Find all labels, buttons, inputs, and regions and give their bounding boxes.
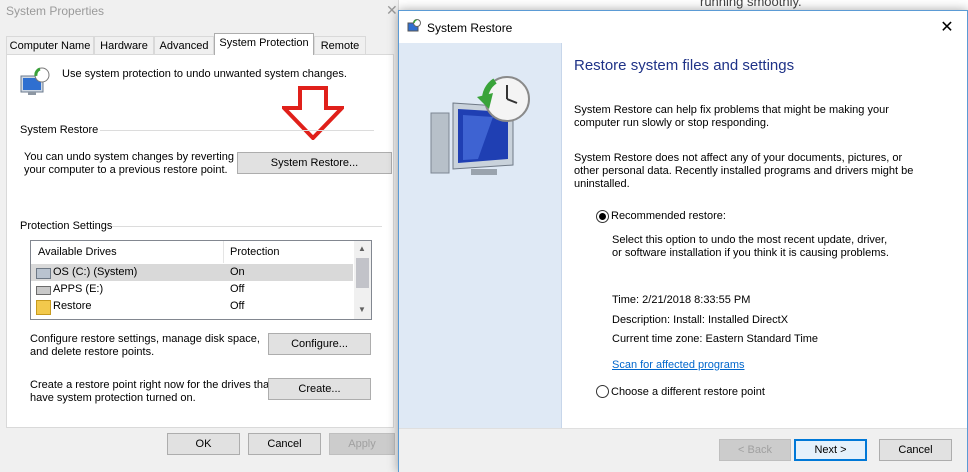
protection-status: On [230, 266, 245, 278]
configure-button[interactable]: Configure... [268, 333, 371, 355]
info-paragraph-line1: System Restore does not affect any of yo… [574, 152, 903, 164]
protection-status: Off [230, 300, 245, 312]
drive-icon [36, 286, 51, 295]
column-divider [223, 241, 224, 263]
system-restore-desc-line2: your computer to a previous restore poin… [24, 164, 228, 176]
restore-illustration-icon [423, 69, 543, 179]
drive-name: Restore [53, 300, 92, 312]
info-paragraph-line3: uninstalled. [574, 178, 630, 190]
window-title: System Properties [6, 4, 105, 18]
current-time-zone: Current time zone: Eastern Standard Time [612, 333, 819, 345]
create-desc-line1: Create a restore point right now for the… [30, 379, 273, 391]
scroll-up-icon[interactable]: ▲ [358, 244, 366, 253]
table-row[interactable]: OS (C:) (System) On [31, 264, 353, 281]
system-protection-icon [18, 66, 52, 100]
vertical-scrollbar[interactable]: ▲ ▼ [354, 241, 371, 319]
configure-desc-line1: Configure restore settings, manage disk … [30, 333, 260, 345]
protection-settings-group-title: Protection Settings [20, 220, 113, 232]
table-row[interactable]: APPS (E:) Off [31, 281, 353, 298]
intro-paragraph-line2: computer run slowly or stop responding. [574, 117, 770, 129]
create-desc-line2: have system protection turned on. [30, 392, 196, 404]
restore-description: Description: Install: Installed DirectX [612, 314, 789, 326]
wizard-footer: < Back Next > Cancel [399, 428, 967, 472]
folder-icon [36, 300, 51, 315]
table-row[interactable]: Restore Off [31, 298, 353, 315]
intro-paragraph-line1: System Restore can help fix problems tha… [574, 104, 889, 116]
configure-desc-line2: and delete restore points. [30, 346, 155, 358]
page-title: Restore system files and settings [574, 57, 795, 74]
close-icon[interactable]: ✕ [937, 17, 957, 37]
intro-text: Use system protection to undo unwanted s… [62, 68, 347, 80]
group-divider [112, 226, 382, 227]
different-restore-radio[interactable] [596, 385, 609, 398]
tab-hardware[interactable]: Hardware [94, 36, 154, 55]
side-banner [399, 43, 562, 428]
recommended-restore-label[interactable]: Recommended restore: [611, 210, 726, 222]
system-properties-window: System Properties ✕ Computer Name Hardwa… [0, 0, 399, 472]
system-restore-desc-line1: You can undo system changes by reverting [24, 151, 234, 163]
cancel-button[interactable]: Cancel [248, 433, 321, 455]
system-restore-button[interactable]: System Restore... [237, 152, 392, 174]
recommended-desc-line1: Select this option to undo the most rece… [612, 234, 888, 246]
background-text: running smoothly. [700, 0, 802, 9]
create-button[interactable]: Create... [268, 378, 371, 400]
tab-system-protection[interactable]: System Protection [214, 33, 314, 55]
title-bar: System Restore ✕ [399, 11, 967, 43]
protection-status: Off [230, 283, 245, 295]
system-restore-group-title: System Restore [20, 124, 99, 136]
scrollbar-thumb[interactable] [356, 258, 369, 288]
close-icon[interactable]: ✕ [386, 2, 398, 19]
back-button[interactable]: < Back [719, 439, 791, 461]
window-title: System Restore [427, 21, 513, 35]
info-paragraph-line2: other personal data. Recently installed … [574, 165, 914, 177]
column-header-protection[interactable]: Protection [230, 241, 280, 263]
cancel-button[interactable]: Cancel [879, 439, 952, 461]
recommended-restore-radio[interactable] [596, 210, 609, 223]
restore-time: Time: 2/21/2018 8:33:55 PM [612, 294, 751, 306]
different-restore-label[interactable]: Choose a different restore point [611, 386, 765, 398]
scan-affected-programs-link[interactable]: Scan for affected programs [612, 359, 744, 371]
apply-button[interactable]: Apply [329, 433, 395, 455]
ok-button[interactable]: OK [167, 433, 240, 455]
column-header-drives[interactable]: Available Drives [38, 241, 117, 263]
system-drive-icon [36, 268, 51, 279]
scroll-down-icon[interactable]: ▼ [358, 305, 366, 314]
group-divider [100, 130, 374, 131]
system-restore-icon [407, 19, 421, 33]
system-restore-window: System Restore ✕ Restore system files an… [398, 10, 968, 472]
down-arrow-icon [279, 86, 347, 141]
drives-list[interactable]: Available Drives Protection OS (C:) (Sys… [30, 240, 372, 320]
next-button[interactable]: Next > [794, 439, 867, 461]
drive-name: OS (C:) (System) [53, 266, 138, 278]
tab-remote[interactable]: Remote [314, 36, 366, 55]
recommended-desc-line2: or software installation if you think it… [612, 247, 889, 259]
drive-name: APPS (E:) [53, 283, 104, 295]
tab-computer-name[interactable]: Computer Name [6, 36, 94, 55]
tab-advanced[interactable]: Advanced [154, 36, 214, 55]
